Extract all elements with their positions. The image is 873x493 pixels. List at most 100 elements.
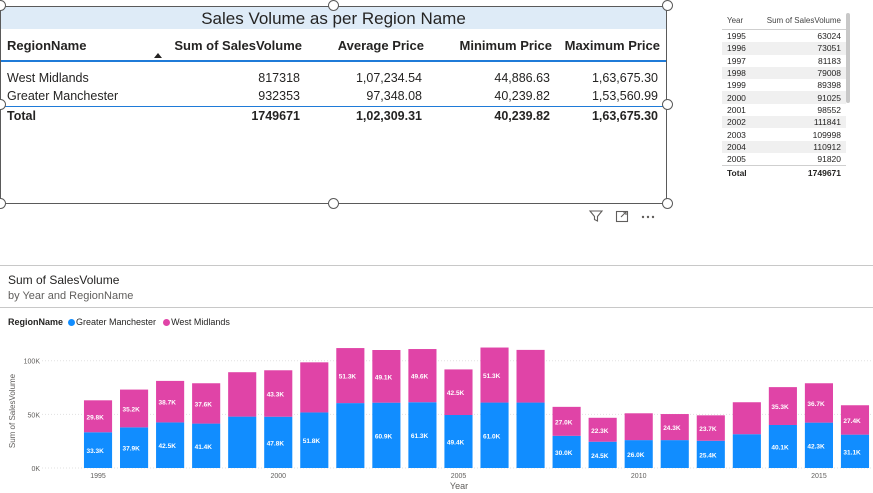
data-label-west-midlands: 27.4K [843, 418, 861, 425]
column-header-sum-salesvolume[interactable]: Sum of SalesVolume [767, 16, 841, 25]
data-label-west-midlands: 49.6K [411, 374, 429, 381]
data-label-greater-manchester: 31.1K [843, 449, 861, 456]
table-row[interactable]: 2004 110912 [722, 140, 846, 153]
cell-total-average-price: 1,02,309.31 [308, 105, 430, 125]
column-header-minimum-price[interactable]: Minimum Price [430, 30, 558, 61]
cell-value: 110912 [813, 141, 841, 152]
resize-handle-right[interactable] [662, 99, 673, 110]
legend-item-greater-manchester[interactable]: Greater Manchester [68, 317, 156, 327]
cell-value: 89398 [817, 80, 841, 91]
focus-mode-icon[interactable] [614, 208, 630, 224]
cell-minimum-price: 40,239.82 [494, 89, 550, 104]
table-row[interactable]: Greater Manchester 932353 97,348.08 40,2… [1, 87, 666, 106]
column-header-average-price[interactable]: Average Price [308, 30, 430, 61]
stacked-column-chart-visual[interactable]: Sum of SalesVolume by Year and RegionNam… [0, 265, 873, 493]
data-label-west-midlands: 24.3K [663, 425, 681, 432]
resize-handle-bottom-left[interactable] [0, 198, 6, 209]
legend-item-west-midlands[interactable]: West Midlands [163, 317, 230, 327]
bar-west-midlands[interactable] [300, 362, 329, 413]
data-label-west-midlands: 35.3K [771, 404, 789, 411]
year-table-total-row: Total 1749671 [722, 165, 846, 179]
bar-greater-manchester[interactable] [660, 440, 689, 468]
cell-total-maximum-price: 1,63,675.30 [558, 105, 666, 125]
x-tick-label: 2000 [270, 473, 286, 480]
data-label-greater-manchester: 40.1K [771, 444, 789, 451]
table-row[interactable]: 1997 81183 [722, 55, 846, 67]
table-row[interactable]: 1995 63024 [722, 30, 846, 42]
cell-year: 1998 [727, 68, 746, 79]
year-salesvolume-table[interactable]: Year Sum of SalesVolume 1995 63024 1996 73… [722, 12, 846, 179]
table-row[interactable]: 2005 91820 [722, 153, 846, 165]
table-row[interactable]: 1996 73051 [722, 42, 846, 55]
cell-year: 1995 [727, 31, 746, 42]
table-row[interactable]: 2001 98552 [722, 104, 846, 116]
cell-region: Greater Manchester [7, 89, 119, 104]
data-label-greater-manchester: 51.8K [303, 438, 321, 445]
bar-west-midlands[interactable] [228, 372, 257, 417]
data-label-west-midlands: 29.8K [86, 414, 104, 421]
column-header-year[interactable]: Year [727, 16, 743, 25]
visual-header-toolbar [588, 206, 668, 226]
cell-value: 79008 [817, 68, 841, 79]
x-tick-label: 2005 [451, 473, 467, 480]
region-matrix-visual[interactable]: Sales Volume as per Region Name RegionNa… [0, 6, 667, 204]
bar-west-midlands[interactable] [516, 349, 545, 403]
bar-greater-manchester[interactable] [516, 402, 545, 468]
data-label-greater-manchester: 60.9K [375, 433, 393, 440]
filter-icon[interactable] [588, 208, 604, 224]
data-label-west-midlands: 22.3K [591, 428, 609, 435]
table-row[interactable]: West Midlands 817318 1,07,234.54 44,886.… [1, 61, 666, 87]
cell-year: 2000 [727, 92, 746, 103]
cell-region: West Midlands [7, 71, 89, 85]
legend-label: Greater Manchester [76, 317, 157, 327]
data-label-west-midlands: 51.3K [339, 374, 357, 381]
data-label-west-midlands: 27.0K [555, 419, 573, 426]
table-row[interactable]: 1999 89398 [722, 79, 846, 91]
chart-legend: RegionName Greater Manchester West Midla… [8, 317, 233, 327]
cell-average-price: 97,348.08 [366, 89, 422, 104]
data-label-west-midlands: 43.3K [267, 391, 285, 398]
table-row[interactable]: 2000 91025 [722, 91, 846, 104]
bar-greater-manchester[interactable] [336, 403, 365, 468]
y-tick-label: 50K [28, 412, 41, 419]
year-table-header: Year Sum of SalesVolume [722, 12, 846, 30]
bar-greater-manchester[interactable] [732, 434, 761, 468]
sort-ascending-icon[interactable] [154, 53, 162, 58]
resize-handle-bottom[interactable] [328, 198, 339, 209]
more-options-icon[interactable] [640, 208, 656, 224]
cell-total-value: 1749671 [807, 167, 841, 178]
region-matrix-table: RegionName Sum of SalesVolume Average Pr… [1, 30, 666, 125]
y-tick-label: 100K [24, 359, 41, 366]
column-header-regionname[interactable]: RegionName [1, 30, 148, 61]
data-label-west-midlands: 36.7K [807, 401, 825, 408]
cell-year: 2001 [727, 104, 746, 115]
data-label-west-midlands: 23.7K [699, 426, 717, 433]
cell-value: 109998 [812, 129, 841, 140]
bar-greater-manchester[interactable] [228, 416, 257, 468]
cell-year: 1999 [727, 80, 746, 91]
data-label-west-midlands: 42.5K [447, 390, 465, 397]
resize-handle-top-right[interactable] [662, 0, 673, 11]
table-row[interactable]: 2003 109998 [722, 128, 846, 140]
y-axis-title: Sum of SalesVolume [8, 373, 17, 448]
table-row[interactable]: 1998 79008 [722, 66, 846, 80]
cell-sum-salesvolume: 932353 [258, 89, 300, 104]
x-tick-label: 2010 [631, 473, 647, 480]
column-header-sum-salesvolume[interactable]: Sum of SalesVolume [148, 30, 308, 61]
x-tick-label: 1995 [90, 473, 106, 480]
bar-west-midlands[interactable] [624, 413, 653, 441]
year-table-scrollbar[interactable] [846, 13, 850, 103]
resize-handle-top[interactable] [328, 0, 339, 11]
data-label-greater-manchester: 42.5K [159, 443, 177, 450]
data-label-greater-manchester: 61.0K [483, 433, 501, 440]
chart-plot-area[interactable]: 0K 50K 100K Sum of SalesVolume 33.3K 29.8K 37.… [0, 340, 873, 493]
cell-year: 2004 [727, 141, 746, 152]
x-axis-title: Year [450, 481, 468, 491]
data-label-greater-manchester: 41.4K [195, 444, 213, 451]
cell-maximum-price: 1,63,675.30 [591, 71, 658, 85]
cell-maximum-price: 1,53,560.99 [591, 89, 658, 104]
column-header-maximum-price[interactable]: Maximum Price [558, 30, 666, 61]
bar-west-midlands[interactable] [732, 402, 761, 435]
table-row[interactable]: 2002 111841 [722, 116, 846, 129]
cell-year: 2005 [727, 154, 746, 165]
